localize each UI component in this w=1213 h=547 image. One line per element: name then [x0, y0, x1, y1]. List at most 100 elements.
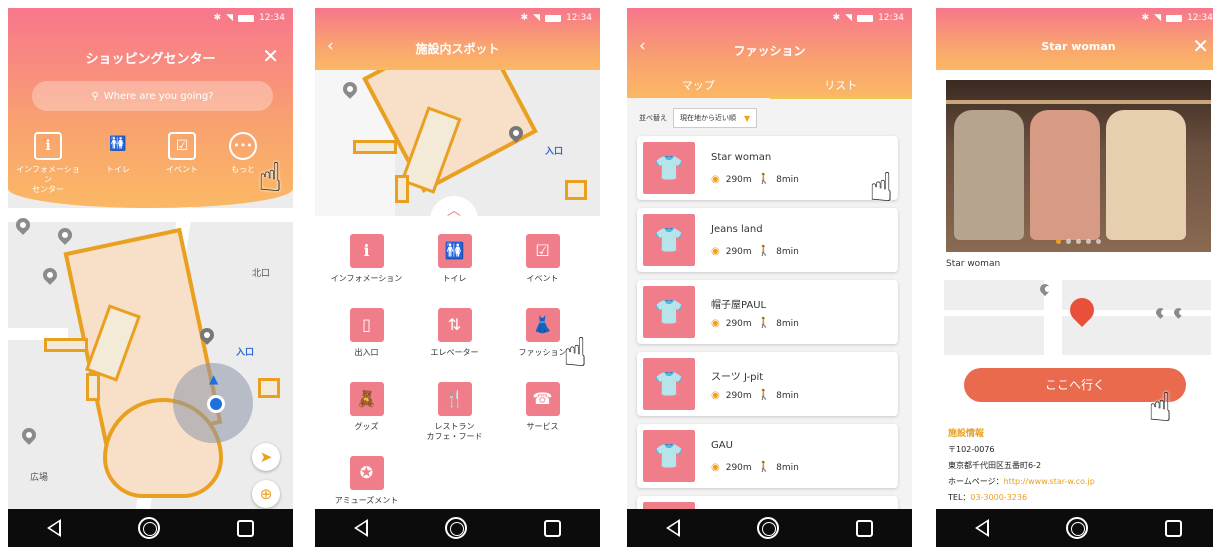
shop-card[interactable]: 👕 GAU ◉ 290m 🚶 8min [637, 424, 898, 488]
android-nav-bar [8, 509, 293, 547]
page-title: ショッピングセンター [85, 52, 216, 67]
home-icon[interactable] [137, 517, 160, 539]
category-goods[interactable]: 🧸 グッズ [319, 382, 414, 432]
header: ✱ ◥ 12:34 Star woman ✕ [936, 8, 1213, 70]
category-label: グッズ [354, 422, 379, 431]
map-pin-icon[interactable] [55, 225, 75, 245]
status-time: 12:34 [566, 13, 592, 23]
shop-photo-carousel[interactable] [946, 80, 1211, 252]
status-bar: ✱ ◥ 12:34 [315, 8, 600, 28]
facility-info: 施設情報 〒102-0076 東京都千代田区五番町6-2 ホームページ：http… [948, 426, 1213, 506]
battery-icon [857, 14, 874, 22]
category-label: イベント [526, 274, 559, 283]
category-restroom[interactable]: 🚻 トイレ [407, 234, 502, 284]
location-pin-icon: ◉ [711, 318, 720, 329]
tel-row: TEL：03-3000-3236 [948, 490, 1213, 506]
category-restaurant[interactable]: 🍴 レストラン カフェ・フード [407, 382, 502, 443]
shop-name: Star woman [711, 152, 772, 163]
map-label-entrance: 入口 [545, 147, 564, 157]
tap-hand-icon: ☝ [258, 155, 283, 201]
info-heading: 施設情報 [948, 429, 985, 439]
header: ✱ ◥ 12:34 ショッピングセンター ✕ ⚲ Where are you g… [8, 8, 293, 208]
category-event[interactable]: ☑ イベント [150, 132, 214, 175]
recent-apps-icon[interactable] [1165, 519, 1183, 537]
page-title: Star woman [1041, 40, 1116, 53]
search-bar[interactable]: ⚲ Where are you going? [32, 81, 273, 111]
wifi-icon: ◥ [1154, 13, 1162, 23]
map-label-north-exit: 北口 [252, 269, 271, 279]
back-icon[interactable] [353, 519, 368, 537]
category-label: トイレ [106, 165, 130, 174]
back-icon[interactable] [46, 519, 61, 537]
close-icon[interactable]: ✕ [1192, 34, 1209, 58]
walk-icon: 🚶 [757, 462, 771, 473]
category-information[interactable]: ℹ インフォメーション [319, 234, 414, 284]
sort-row: 並べ替え 現在地から近い順 ▼ [639, 108, 758, 128]
shop-time: 8min [776, 390, 799, 401]
category-restroom[interactable]: 🚻 トイレ [86, 132, 150, 175]
back-icon[interactable] [665, 519, 680, 537]
header: ✱ ◥ 12:34 ‹ ファッション マップ リスト [627, 8, 912, 99]
shop-distance: 290m [725, 390, 752, 401]
wifi-icon: ◥ [845, 13, 853, 23]
home-icon[interactable] [756, 517, 779, 539]
sort-value: 現在地から近い順 [680, 114, 736, 122]
shop-name: 帽子屋PAUL [711, 300, 767, 311]
service-icon: ☎ [525, 382, 560, 416]
tel-link[interactable]: 03-3000-3236 [970, 493, 1027, 502]
shop-location-marker [1065, 293, 1099, 327]
tel-label: TEL： [948, 493, 971, 502]
shop-name: Jeans land [711, 224, 763, 235]
category-label: レストラン カフェ・フード [426, 422, 483, 442]
recent-apps-icon[interactable] [856, 519, 874, 537]
back-icon[interactable] [974, 519, 989, 537]
tab-list[interactable]: リスト [769, 77, 912, 99]
tab-map[interactable]: マップ [627, 77, 770, 99]
map-pin-icon [1154, 306, 1167, 319]
shop-name: スーツ J-pit [711, 372, 764, 383]
bluetooth-icon: ✱ [213, 13, 222, 23]
facility-map[interactable]: ▲ 北口 入口 広場 ➤ ⊕ [8, 188, 293, 518]
shop-card[interactable]: 👕 スーツ J-pit ◉ 290m 🚶 8min [637, 352, 898, 416]
map-pin-icon[interactable] [40, 265, 60, 285]
home-icon[interactable] [1065, 517, 1088, 539]
clothes-icon: 👕 [643, 358, 695, 410]
category-label: アミューズメント [334, 496, 399, 505]
category-event[interactable]: ☑ イベント [495, 234, 590, 284]
walk-icon: 🚶 [757, 390, 771, 401]
clothes-icon: 👕 [643, 286, 695, 338]
android-nav-bar [936, 509, 1213, 547]
calendar-icon: ☑ [525, 234, 560, 268]
locate-me-icon[interactable]: ⊕ [252, 480, 280, 508]
shop-time: 8min [776, 174, 799, 185]
navigate-icon[interactable]: ➤ [252, 443, 280, 471]
close-icon[interactable]: ✕ [262, 44, 279, 68]
clothes-icon: 👕 [643, 430, 695, 482]
map-pin-icon[interactable] [19, 425, 39, 445]
shop-card[interactable]: 👕 Star woman ◉ 290m 🚶 8min [637, 136, 898, 200]
recent-apps-icon[interactable] [544, 519, 562, 537]
shop-meta: ◉ 290m 🚶 8min [711, 174, 799, 185]
category-information[interactable]: ℹ インフォメーション センター [16, 132, 80, 195]
shop-card[interactable]: 👕 帽子屋PAUL ◉ 290m 🚶 8min [637, 280, 898, 344]
homepage-link[interactable]: http://www.star-w.co.jp [1004, 477, 1095, 486]
elevator-icon: ⇅ [437, 308, 472, 342]
category-amusement[interactable]: ✪ アミューズメント [319, 456, 414, 506]
map-label-plaza: 広場 [30, 473, 49, 483]
category-elevator[interactable]: ⇅ エレベーター [407, 308, 502, 358]
category-service[interactable]: ☎ サービス [495, 382, 590, 432]
info-icon: ℹ [349, 234, 384, 268]
category-label: エレベーター [430, 348, 479, 357]
phone-shopping-center: ▲ 北口 入口 広場 ➤ ⊕ ✱ ◥ 12:34 ショッピングセンター ✕ ⚲ … [8, 8, 293, 547]
sort-select[interactable]: 現在地から近い順 ▼ [673, 108, 758, 128]
home-icon[interactable] [444, 517, 467, 539]
status-time: 12:34 [1187, 13, 1213, 23]
bluetooth-icon: ✱ [1141, 13, 1150, 23]
recent-apps-icon[interactable] [237, 519, 255, 537]
shop-mini-map[interactable] [944, 280, 1211, 355]
shop-meta: ◉ 290m 🚶 8min [711, 318, 799, 329]
status-bar: ✱ ◥ 12:34 [627, 8, 912, 28]
battery-icon [545, 14, 562, 22]
shop-card[interactable]: 👕 Jeans land ◉ 290m 🚶 8min [637, 208, 898, 272]
category-entrance[interactable]: ▯ 出入口 [319, 308, 414, 358]
